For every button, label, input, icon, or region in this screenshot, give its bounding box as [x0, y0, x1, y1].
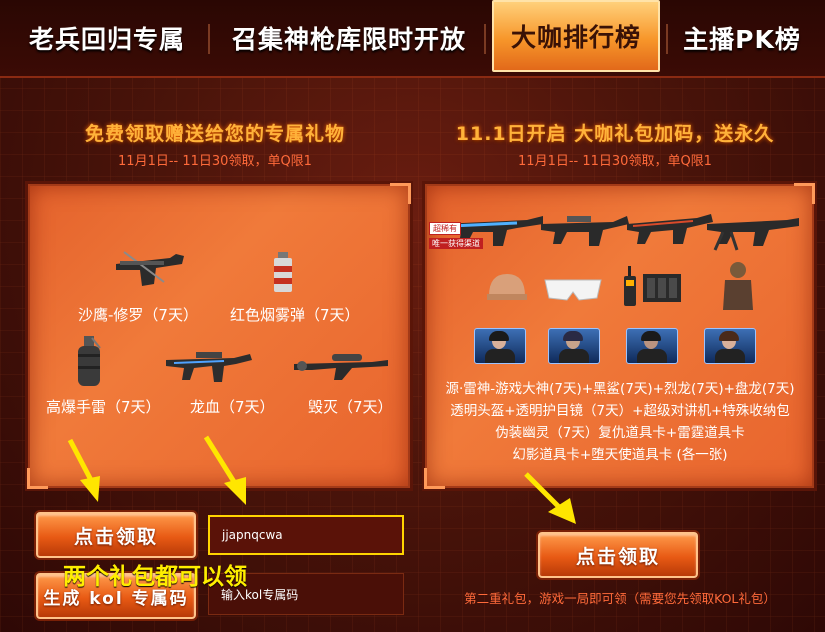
yellow-arrow-icon — [203, 435, 246, 505]
item-label: 龙血（7天） — [190, 398, 275, 416]
tab-divider — [484, 24, 486, 54]
kol-code-display[interactable]: jjapnqcwa — [208, 515, 404, 555]
walkie-talkie-icon — [624, 266, 636, 306]
tab-streamer-pk[interactable]: 主播PK榜 — [672, 0, 812, 76]
rare-badge: 超稀有 — [429, 222, 461, 235]
rifle-icon — [541, 216, 629, 246]
helmet-icon — [487, 274, 527, 300]
rifle-icon — [627, 214, 713, 244]
goggles-icon — [544, 279, 602, 301]
yellow-arrow-icon — [524, 472, 576, 524]
yellow-arrow-icon — [67, 438, 100, 502]
left-title: 免费领取赠送给您的专属礼物 — [84, 123, 345, 145]
storage-bag-icon — [643, 274, 681, 302]
ghost-disguise-icon — [723, 262, 753, 310]
right-subtitle: 11月1日-- 11日30领取，单Q限1 — [518, 154, 712, 169]
grenade-icon — [78, 336, 101, 386]
exclusive-badge: 唯一获得渠道 — [429, 238, 483, 249]
item-label: 高爆手雷（7天） — [46, 398, 161, 416]
rifle-icon — [166, 352, 252, 382]
reward-description-line: 伪装幽灵（7天）复仇道具卡+雷霆道具卡 — [495, 425, 745, 441]
tab-divider — [208, 24, 210, 54]
reward-description-line: 幻影道具卡+堕天使道具卡 (各一张) — [512, 447, 728, 463]
tab-divider — [666, 24, 668, 54]
reward-description-line: 源·雷神-游戏大神(7天)+黑鲨(7天)+烈龙(7天)+盘龙(7天) — [445, 381, 795, 397]
tab-bar: 老兵回归专属 召集神枪库限时开放 大咖排行榜 主播PK榜 — [0, 0, 825, 78]
right-claim-button[interactable]: 点击领取 — [538, 532, 698, 578]
pistol-icon — [116, 251, 184, 286]
requirement-note: 第二重礼包，游戏一局即可领（需要您先领取KOL礼包） — [464, 591, 776, 606]
left-subtitle: 11月1日-- 11日30领取，单Q限1 — [118, 154, 312, 169]
tab-veteran-return[interactable]: 老兵回归专属 — [12, 0, 202, 76]
tab-kol-ranking[interactable]: 大咖排行榜 — [492, 0, 660, 72]
smoke-grenade-icon — [274, 252, 292, 292]
item-label: 毁灭（7天） — [308, 398, 393, 416]
character-portrait — [474, 328, 526, 364]
right-title: 11.1日开启 大咖礼包加码，送永久 — [455, 123, 775, 145]
annotation-text: 两个礼包都可以领 — [63, 564, 247, 590]
reward-description-line: 透明头盔+透明护目镜（7天）+超级对讲机+特殊收纳包 — [450, 403, 790, 419]
left-claim-button[interactable]: 点击领取 — [36, 512, 196, 558]
character-portrait — [626, 328, 678, 364]
tab-gun-library[interactable]: 召集神枪库限时开放 — [218, 0, 480, 76]
sniper-rifle-icon — [294, 354, 388, 380]
machine-gun-icon — [707, 218, 799, 251]
item-label: 红色烟雾弹（7天） — [230, 306, 360, 324]
character-portrait — [548, 328, 600, 364]
character-portrait — [704, 328, 756, 364]
item-label: 沙鹰-修罗（7天） — [78, 306, 198, 324]
